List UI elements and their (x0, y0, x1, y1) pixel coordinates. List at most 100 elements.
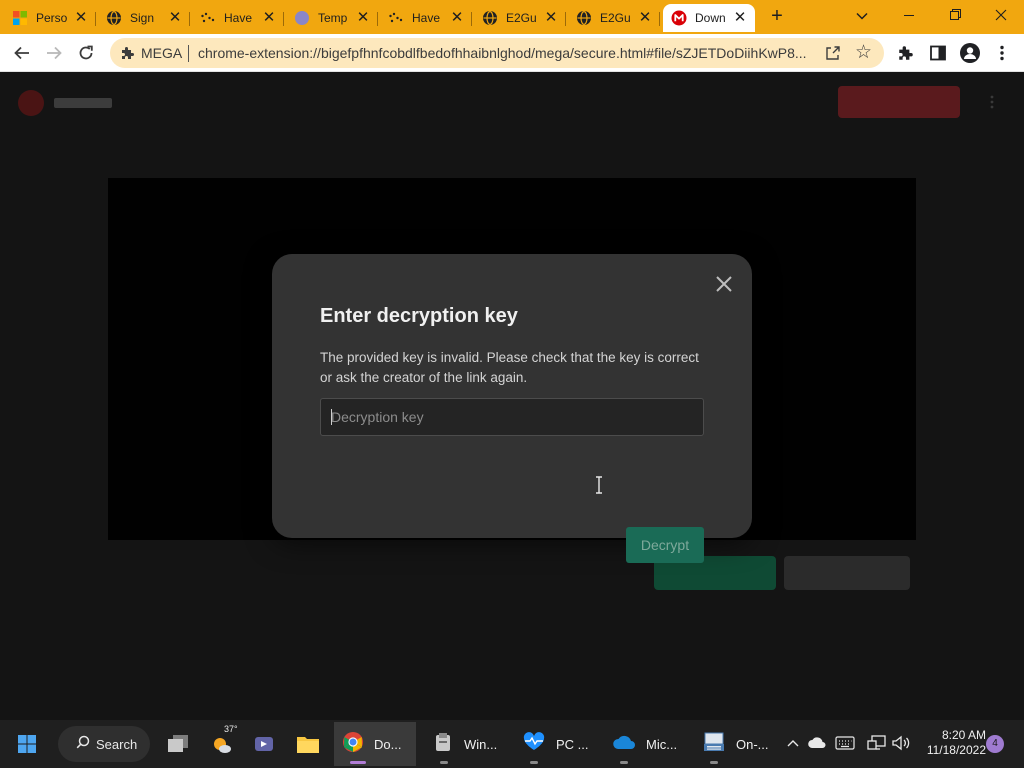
system-clock[interactable]: 8:20 AM 11/18/2022 (922, 728, 986, 758)
taskbar-app-label: Win... (464, 736, 498, 752)
mega-logo (18, 90, 44, 116)
taskbar-app-label: PC ... (556, 736, 589, 752)
text-cursor-icon (595, 476, 603, 494)
globe-icon (482, 10, 498, 26)
dotted-icon (388, 10, 404, 26)
tab-download-active[interactable]: Down ✕ (663, 4, 755, 32)
keyboard-icon[interactable] (834, 732, 856, 754)
url-text[interactable]: chrome-extension://bigefpfhnfcobdlfbedof… (198, 45, 818, 61)
volume-icon[interactable] (890, 732, 912, 754)
taskbar-app-label: On-... (736, 736, 769, 752)
onscreen-keyboard-icon (702, 731, 726, 758)
show-hidden-icons-chevron-icon[interactable] (782, 732, 804, 754)
tab-title: Temp (318, 11, 348, 25)
address-divider (188, 45, 189, 62)
notification-badge[interactable]: 4 (986, 735, 1004, 753)
tab-close-icon[interactable]: ✕ (74, 10, 88, 25)
taskbar-app-pc-health[interactable]: PC ... (514, 722, 600, 766)
tab-title: E2Gu (600, 11, 631, 25)
start-button[interactable] (6, 724, 48, 764)
onedrive-icon (612, 733, 636, 756)
tab-strip: Perso ✕ Sign ✕ Have ✕ Temp ✕ Have ✕ E2Gu… (0, 0, 1024, 34)
tab-divider (189, 12, 190, 26)
tab-close-icon[interactable]: ✕ (638, 10, 652, 25)
taskbar-app-onedrive[interactable]: Mic... (604, 722, 690, 766)
taskbar-search[interactable]: Search (58, 726, 150, 762)
mega-page: Enter decryption key The provided key is… (0, 72, 1024, 720)
taskbar-app-label: Mic... (646, 736, 678, 752)
restore-button[interactable] (932, 0, 978, 32)
tab-divider (377, 12, 378, 26)
new-tab-button[interactable]: + (765, 6, 789, 28)
tab-e2gu[interactable]: E2Gu ✕ (568, 4, 660, 32)
tab-title: Perso (36, 11, 68, 25)
tab-title: E2Gu (506, 11, 537, 25)
tab-perso[interactable]: Perso ✕ (4, 4, 96, 32)
tab-have[interactable]: Have ✕ (192, 4, 284, 32)
close-window-button[interactable] (978, 0, 1024, 32)
address-bar[interactable]: MEGA chrome-extension://bigefpfhnfcobdlf… (110, 38, 884, 68)
weather-icon[interactable]: 37° (202, 724, 242, 764)
clock-date: 11/18/2022 (926, 743, 986, 757)
dotted-icon (200, 10, 216, 26)
tab-close-icon[interactable]: ✕ (168, 10, 182, 25)
tab-divider (283, 12, 284, 26)
weather-temperature: 37° (224, 724, 238, 734)
profile-avatar-icon[interactable] (956, 39, 984, 67)
onedrive-cloud-icon[interactable] (806, 732, 828, 754)
clock-time: 8:20 AM (941, 728, 986, 742)
running-indicator (530, 761, 538, 764)
dialog-message: The provided key is invalid. Please chec… (320, 350, 699, 385)
teams-meet-icon[interactable] (244, 724, 284, 764)
import-button-dimmed (784, 556, 910, 590)
globe-icon (106, 10, 122, 26)
installer-icon (432, 731, 454, 758)
close-icon[interactable] (712, 272, 736, 296)
tab-title: Down (695, 11, 726, 25)
running-indicator (710, 761, 718, 764)
taskbar-app-onscreen-keyboard[interactable]: On-... (694, 722, 778, 766)
decrypt-button[interactable]: Decrypt (626, 527, 704, 563)
site-label: MEGA (141, 45, 183, 61)
text-caret (331, 409, 332, 425)
tab-sign[interactable]: Sign ✕ (98, 4, 190, 32)
tab-search-chevron-icon[interactable] (852, 6, 872, 26)
tab-close-icon[interactable]: ✕ (544, 10, 558, 25)
chrome-menu-icon[interactable] (988, 39, 1016, 67)
share-icon[interactable] (824, 44, 842, 62)
tab-close-icon[interactable]: ✕ (733, 10, 747, 25)
mega-header-button (838, 86, 960, 118)
back-button[interactable] (8, 39, 36, 67)
extension-puzzle-icon (120, 45, 136, 61)
tab-have[interactable]: Have ✕ (380, 4, 472, 32)
decryption-key-input[interactable] (320, 398, 704, 436)
browser-toolbar: MEGA chrome-extension://bigefpfhnfcobdlf… (0, 34, 1024, 72)
globe-icon (576, 10, 592, 26)
tab-e2gu[interactable]: E2Gu ✕ (474, 4, 566, 32)
running-indicator (440, 761, 448, 764)
bookmark-star-icon[interactable]: ☆ (855, 43, 875, 63)
network-icon[interactable] (866, 732, 888, 754)
search-label: Search (96, 736, 138, 752)
tab-divider (95, 12, 96, 26)
taskbar-app-chrome[interactable]: Do... (334, 722, 416, 766)
tab-divider (659, 12, 660, 26)
tab-close-icon[interactable]: ✕ (356, 10, 370, 25)
windows-taskbar: Search 37° Do... Win... PC ... Mic... On… (0, 720, 1024, 768)
tab-close-icon[interactable]: ✕ (450, 10, 464, 25)
tab-close-icon[interactable]: ✕ (262, 10, 276, 25)
forward-button[interactable] (40, 39, 68, 67)
menu-dots-icon (988, 94, 996, 110)
file-explorer-icon[interactable] (288, 724, 328, 764)
task-view-icon[interactable] (158, 724, 198, 764)
tab-title: Have (412, 11, 441, 25)
pc-health-icon (522, 731, 546, 757)
minimize-button[interactable] (886, 0, 932, 32)
taskbar-app-installer[interactable]: Win... (424, 722, 510, 766)
running-indicator (620, 761, 628, 764)
extensions-puzzle-icon[interactable] (892, 39, 920, 67)
tab-divider (565, 12, 566, 26)
side-panel-icon[interactable] (924, 39, 952, 67)
tab-temp[interactable]: Temp ✕ (286, 4, 378, 32)
reload-button[interactable] (72, 39, 100, 67)
